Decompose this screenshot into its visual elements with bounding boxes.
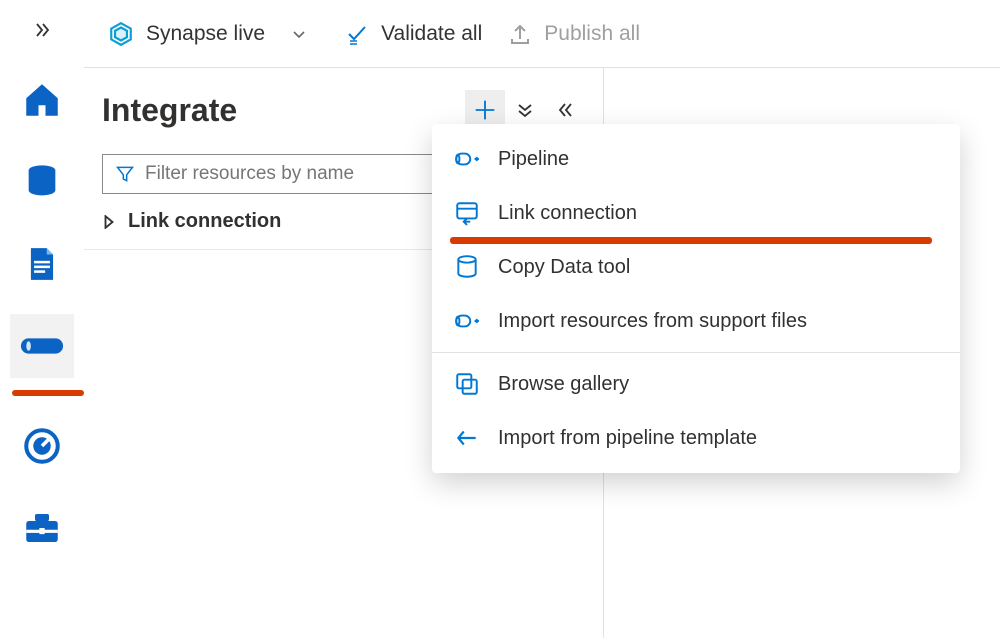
nav-data[interactable] — [10, 150, 74, 214]
menu-label: Pipeline — [498, 148, 569, 171]
nav-monitor[interactable] — [10, 414, 74, 478]
script-icon — [23, 245, 61, 283]
validate-icon — [345, 22, 369, 46]
workspace-mode-picker[interactable]: Synapse live — [108, 21, 307, 47]
menu-item-copy-data[interactable]: Copy Data tool — [432, 240, 960, 294]
content-row: Integrate — [84, 68, 1000, 638]
menu-item-pipeline[interactable]: Pipeline — [432, 132, 960, 186]
publish-all-label: Publish all — [544, 22, 640, 46]
toolbox-icon — [21, 507, 63, 549]
menu-item-import-support[interactable]: Import resources from support files — [432, 294, 960, 348]
menu-label: Import resources from support files — [498, 310, 807, 333]
menu-label: Import from pipeline template — [498, 427, 757, 450]
menu-item-link-connection[interactable]: Link connection — [432, 186, 960, 240]
nav-home[interactable] — [10, 68, 74, 132]
menu-item-import-template[interactable]: Import from pipeline template — [432, 411, 960, 465]
pipeline-icon — [19, 323, 65, 369]
main-area: Synapse live Validate all Publish a — [84, 0, 1000, 638]
pipeline-add-icon — [454, 308, 480, 334]
pipeline-add-icon — [454, 146, 480, 172]
tree-item-label: Link connection — [128, 210, 281, 233]
chevron-down-icon — [291, 26, 307, 42]
topbar: Synapse live Validate all Publish a — [84, 0, 1000, 68]
database-outline-icon — [454, 254, 480, 280]
menu-label: Link connection — [498, 202, 637, 225]
menu-separator — [432, 352, 960, 353]
chevrons-left-icon — [556, 101, 574, 119]
nav-expand-button[interactable] — [10, 10, 74, 50]
publish-icon — [508, 22, 532, 46]
filter-icon — [115, 164, 135, 184]
publish-all-button[interactable]: Publish all — [508, 22, 640, 46]
validate-all-button[interactable]: Validate all — [345, 22, 482, 46]
workspace-mode-label: Synapse live — [146, 22, 265, 46]
add-resource-menu: Pipeline Link connection — [432, 124, 960, 473]
nav-develop[interactable] — [10, 232, 74, 296]
gauge-icon — [21, 425, 63, 467]
menu-item-browse-gallery[interactable]: Browse gallery — [432, 357, 960, 411]
nav-manage[interactable] — [10, 496, 74, 560]
chevrons-right-icon — [32, 20, 52, 40]
validate-all-label: Validate all — [381, 22, 482, 46]
highlight-underline — [12, 390, 84, 396]
synapse-logo-icon — [108, 21, 134, 47]
gallery-icon — [454, 371, 480, 397]
triangle-right-icon — [102, 215, 116, 229]
database-icon — [22, 162, 62, 202]
integrate-title: Integrate — [102, 92, 465, 129]
nav-rail — [0, 0, 84, 638]
chevrons-down-icon — [516, 101, 534, 119]
home-icon — [21, 79, 63, 121]
menu-label: Browse gallery — [498, 373, 629, 396]
menu-label: Copy Data tool — [498, 256, 630, 279]
nav-integrate[interactable] — [10, 314, 74, 378]
link-connection-icon — [454, 200, 480, 226]
arrow-left-icon — [454, 425, 480, 451]
plus-icon — [471, 96, 499, 124]
